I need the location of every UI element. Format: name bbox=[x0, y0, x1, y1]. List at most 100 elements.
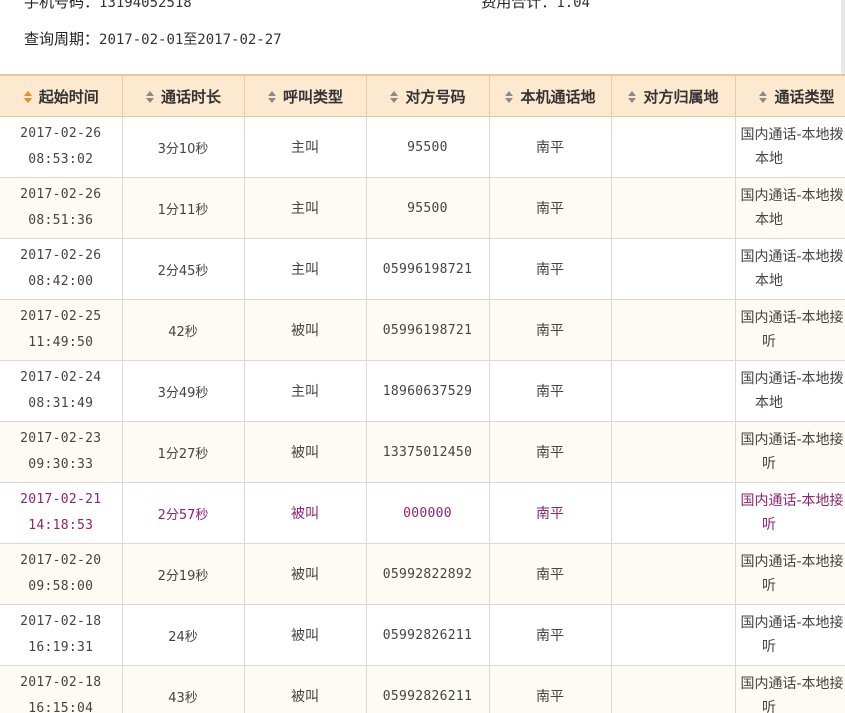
col-type-header[interactable]: 通话类型 bbox=[735, 74, 845, 117]
cell-type: 国内通话-本地拨 本地 bbox=[735, 177, 845, 239]
table-header-row: 起始时间 通话时长 呼叫类型 对方号码 本机通话地 对方归属地 通话类型 bbox=[0, 74, 845, 117]
number-text: 05992826211 bbox=[382, 627, 473, 643]
call-type-text: 被叫 bbox=[291, 628, 319, 644]
type-line2: 听 bbox=[762, 456, 776, 472]
col-start-time-header[interactable]: 起始时间 bbox=[0, 74, 123, 117]
start-time: 16:19:31 bbox=[28, 640, 94, 655]
cell-number: 000000 bbox=[366, 482, 490, 544]
call-type-text: 主叫 bbox=[291, 262, 319, 278]
column-header-label: 通话时长 bbox=[160, 87, 221, 106]
local-area-text: 南平 bbox=[536, 445, 564, 461]
cell-local-area: 南平 bbox=[489, 665, 612, 713]
start-date: 2017-02-21 bbox=[20, 492, 102, 507]
column-header-label: 呼叫类型 bbox=[282, 87, 343, 106]
cell-remote-area bbox=[611, 665, 736, 713]
type-line1: 国内通话-本地拨 bbox=[740, 249, 844, 265]
cell-remote-area bbox=[611, 299, 736, 361]
column-header-label: 对方号码 bbox=[405, 87, 466, 106]
start-date: 2017-02-25 bbox=[20, 309, 102, 324]
cell-start-time: 2017-02-26 08:42:00 bbox=[0, 238, 123, 300]
table-row[interactable]: 2017-02-18 16:15:04 43秒 被叫 05992826211 南平 国内通话… bbox=[0, 665, 845, 713]
cell-start-time: 2017-02-24 08:31:49 bbox=[0, 360, 123, 422]
cell-duration: 43秒 bbox=[122, 665, 245, 713]
table-row[interactable]: 2017-02-20 09:58:00 2分19秒 被叫 05992822892 南平 国内… bbox=[0, 543, 845, 605]
scrollbar-edge bbox=[841, 0, 845, 74]
table-row[interactable]: 2017-02-23 09:30:33 1分27秒 被叫 13375012450 南平 国内… bbox=[0, 421, 845, 483]
cell-remote-area bbox=[611, 177, 736, 239]
type-line2: 本地 bbox=[755, 151, 783, 167]
table-row[interactable]: 2017-02-24 08:31:49 3分49秒 主叫 18960637529 南平 国内… bbox=[0, 360, 845, 422]
local-area-text: 南平 bbox=[536, 140, 564, 156]
cell-call-type: 主叫 bbox=[244, 177, 367, 239]
type-line1: 国内通话-本地接 bbox=[740, 493, 844, 509]
sort-arrows-icon[interactable] bbox=[758, 90, 768, 104]
call-type-text: 主叫 bbox=[291, 201, 319, 217]
number-text: 95500 bbox=[407, 139, 448, 155]
cell-duration: 2分57秒 bbox=[122, 482, 245, 544]
col-call-type-header[interactable]: 呼叫类型 bbox=[244, 74, 367, 117]
start-date: 2017-02-18 bbox=[20, 675, 102, 690]
col-local-area-header[interactable]: 本机通话地 bbox=[489, 74, 612, 117]
col-remote-area-header[interactable]: 对方归属地 bbox=[611, 74, 736, 117]
cell-type: 国内通话-本地接听 bbox=[735, 482, 845, 544]
sort-arrows-icon[interactable] bbox=[267, 90, 277, 104]
start-time: 14:18:53 bbox=[28, 518, 94, 533]
cell-call-type: 主叫 bbox=[244, 238, 367, 300]
start-time: 08:42:00 bbox=[28, 274, 94, 289]
col-number-header[interactable]: 对方号码 bbox=[366, 74, 490, 117]
cell-local-area: 南平 bbox=[489, 604, 612, 666]
start-date: 2017-02-26 bbox=[20, 187, 102, 202]
cell-remote-area bbox=[611, 238, 736, 300]
table-row[interactable]: 2017-02-21 14:18:53 2分57秒 被叫 000000 南平 国内通话-本地… bbox=[0, 482, 845, 544]
sort-arrows-icon[interactable] bbox=[627, 90, 637, 104]
type-line1: 国内通话-本地接 bbox=[740, 432, 844, 448]
call-type-text: 被叫 bbox=[291, 506, 319, 522]
type-line2: 本地 bbox=[755, 395, 783, 411]
cell-start-time: 2017-02-18 16:15:04 bbox=[0, 665, 123, 713]
sort-arrows-icon[interactable] bbox=[389, 90, 399, 104]
local-area-text: 南平 bbox=[536, 201, 564, 217]
cell-start-time: 2017-02-21 14:18:53 bbox=[0, 482, 123, 544]
table-row[interactable]: 2017-02-25 11:49:50 42秒 被叫 05996198721 南平 国内通话… bbox=[0, 299, 845, 361]
fee-value: 1.04 bbox=[556, 0, 591, 11]
col-duration-header[interactable]: 通话时长 bbox=[122, 74, 245, 117]
type-line2: 听 bbox=[762, 700, 776, 713]
duration-text: 1分11秒 bbox=[157, 202, 209, 218]
number-text: 05996198721 bbox=[382, 261, 473, 277]
duration-text: 3分49秒 bbox=[157, 385, 209, 401]
type-line2: 听 bbox=[762, 334, 776, 350]
cell-call-type: 被叫 bbox=[244, 299, 367, 361]
start-date: 2017-02-26 bbox=[20, 126, 102, 141]
cell-local-area: 南平 bbox=[489, 238, 612, 300]
cell-call-type: 被叫 bbox=[244, 543, 367, 605]
cell-type: 国内通话-本地拨本地 bbox=[735, 238, 845, 300]
table-row[interactable]: 2017-02-18 16:19:31 24秒 被叫 05992826211 南平 国内通话… bbox=[0, 604, 845, 666]
cell-remote-area bbox=[611, 421, 736, 483]
sort-arrows-icon[interactable] bbox=[23, 90, 33, 104]
cell-duration: 3分10秒 bbox=[122, 116, 245, 178]
cell-start-time: 2017-02-18 16:19:31 bbox=[0, 604, 123, 666]
start-date: 2017-02-23 bbox=[20, 431, 102, 446]
cell-local-area: 南平 bbox=[489, 421, 612, 483]
sort-arrows-icon[interactable] bbox=[504, 90, 514, 104]
cell-start-time: 2017-02-25 11:49:50 bbox=[0, 299, 123, 361]
cell-number: 05992822892 bbox=[366, 543, 490, 605]
cell-remote-area bbox=[611, 116, 736, 178]
type-line2: 本地 bbox=[755, 273, 783, 289]
cell-number: 13375012450 bbox=[366, 421, 490, 483]
table-row[interactable]: 2017-02-26 08:53:02 3分10秒 主叫 95500 南平 国内通话-本地拨… bbox=[0, 116, 845, 178]
cell-call-type: 被叫 bbox=[244, 421, 367, 483]
info-top-row: 手机号码：13194052518 费用合计：1.04 bbox=[24, 0, 590, 12]
type-line2: 听 bbox=[762, 517, 776, 533]
cell-number: 05992826211 bbox=[366, 604, 490, 666]
start-date: 2017-02-24 bbox=[20, 370, 102, 385]
table-row[interactable]: 2017-02-26 08:42:00 2分45秒 主叫 05996198721 南平 国内… bbox=[0, 238, 845, 300]
cell-start-time: 2017-02-23 09:30:33 bbox=[0, 421, 123, 483]
type-line1: 国内通话-本地拨 bbox=[740, 188, 844, 204]
sort-arrows-icon[interactable] bbox=[145, 90, 155, 104]
query-period-row: 查询周期：2017-02-01至2017-02-27 bbox=[24, 28, 282, 49]
fee-label: 费用合计： bbox=[481, 0, 557, 11]
duration-text: 1分27秒 bbox=[157, 446, 209, 462]
table-row[interactable]: 2017-02-26 08:51:36 1分11秒 主叫 95500 南平 国内通话-本地拨… bbox=[0, 177, 845, 239]
cell-call-type: 被叫 bbox=[244, 665, 367, 713]
